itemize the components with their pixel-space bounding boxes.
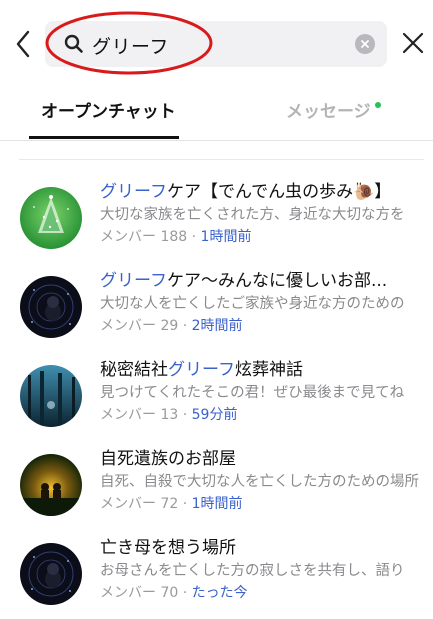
- chevron-left-icon: [16, 30, 30, 58]
- tab-open-chat[interactable]: オープンチャット: [41, 97, 176, 122]
- avatar: [20, 454, 82, 516]
- tab-messages[interactable]: メッセージ: [286, 97, 371, 122]
- result-title: グリーフケア【でんでん虫の歩み🐌】: [100, 182, 392, 202]
- result-title: 亡き母を想う場所: [100, 538, 236, 558]
- top-bar: グリーフ: [0, 0, 433, 85]
- list-item[interactable]: 亡き母を想う場所 お母さんを亡くした方の寂しさを共有し、語り メンバー 70 ·…: [0, 528, 433, 617]
- active-tab-indicator: [29, 136, 179, 139]
- search-results-list: グリーフケア【でんでん虫の歩み🐌】 大切な家族を亡くされた方、身近な大切な方を …: [0, 172, 433, 617]
- clear-circle-icon: [361, 40, 369, 48]
- avatar: [20, 365, 82, 427]
- result-meta: メンバー 70 · たった今: [100, 585, 248, 601]
- result-meta: メンバー 72 · 1時間前: [100, 496, 243, 512]
- divider: [19, 159, 424, 160]
- result-description: 大切な人を亡くしたご家族や身近な方のための: [100, 296, 405, 312]
- avatar: [20, 187, 82, 249]
- result-description: 見つけてくれたそこの君！ぜひ最後まで見てね: [100, 385, 405, 401]
- result-title: 自死遺族のお部屋: [100, 449, 236, 469]
- list-item[interactable]: グリーフケア〜みんなに優しいお部... 大切な人を亡くしたご家族や身近な方のため…: [0, 261, 433, 350]
- avatar: [20, 276, 82, 338]
- result-description: 大切な家族を亡くされた方、身近な大切な方を: [100, 207, 405, 223]
- annotation-circle: [45, 11, 213, 75]
- result-meta: メンバー 13 · 59分前: [100, 407, 238, 423]
- avatar: [20, 543, 82, 605]
- list-item[interactable]: グリーフケア【でんでん虫の歩み🐌】 大切な家族を亡くされた方、身近な大切な方を …: [0, 172, 433, 261]
- clear-search-button[interactable]: [355, 34, 375, 54]
- result-meta: メンバー 188 · 1時間前: [100, 229, 252, 245]
- list-item[interactable]: 自死遺族のお部屋 自死、自殺で大切な人を亡くした方のための場所 メンバー 72 …: [0, 439, 433, 528]
- result-title: 秘密結社グリーフ炫葬神話: [100, 360, 303, 380]
- result-description: お母さんを亡くした方の寂しさを共有し、語り: [100, 563, 405, 579]
- back-button[interactable]: [8, 26, 38, 62]
- tab-bar: オープンチャット メッセージ: [0, 85, 433, 141]
- new-badge-dot: [375, 102, 381, 108]
- result-title: グリーフケア〜みんなに優しいお部...: [100, 271, 388, 291]
- result-description: 自死、自殺で大切な人を亡くした方のための場所: [100, 474, 419, 490]
- list-item[interactable]: 秘密結社グリーフ炫葬神話 見つけてくれたそこの君！ぜひ最後まで見てね メンバー …: [0, 350, 433, 439]
- close-icon: [402, 32, 424, 54]
- result-meta: メンバー 29 · 2時間前: [100, 318, 243, 334]
- close-button[interactable]: [398, 28, 428, 58]
